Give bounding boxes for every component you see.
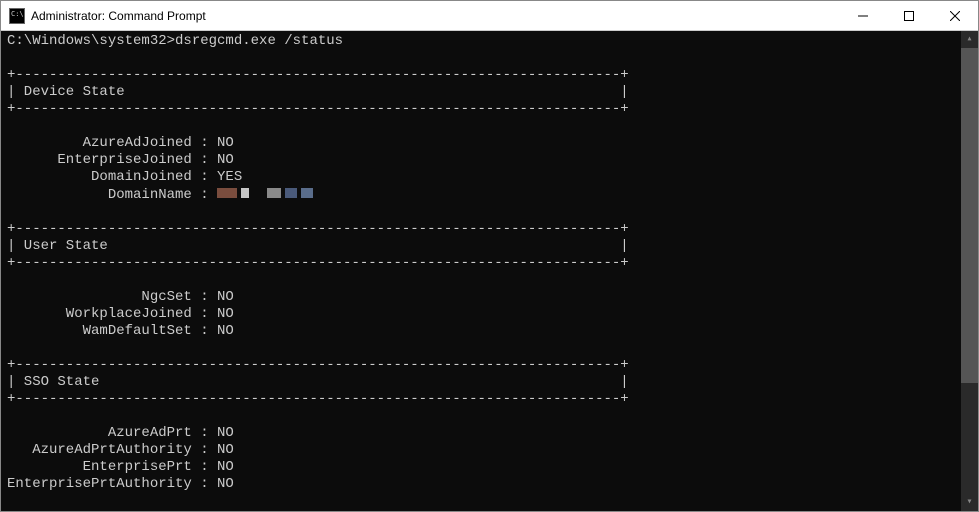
cmd-icon [9,8,25,24]
redacted-value [217,186,317,203]
minimize-button[interactable] [840,1,886,30]
close-icon [950,11,960,21]
maximize-icon [904,11,914,21]
close-button[interactable] [932,1,978,30]
window-controls [840,1,978,30]
window-titlebar: Administrator: Command Prompt [1,1,978,31]
vertical-scrollbar[interactable]: ▴ ▾ [961,31,978,511]
terminal-output: C:\Windows\system32>dsregcmd.exe /status… [1,31,978,511]
window-title: Administrator: Command Prompt [31,9,840,23]
scroll-thumb[interactable] [961,48,978,383]
terminal-body[interactable]: C:\Windows\system32>dsregcmd.exe /status… [1,31,978,511]
scroll-track[interactable] [961,48,978,494]
scroll-down-arrow-icon[interactable]: ▾ [961,494,978,511]
minimize-icon [858,11,868,21]
maximize-button[interactable] [886,1,932,30]
scroll-up-arrow-icon[interactable]: ▴ [961,31,978,48]
